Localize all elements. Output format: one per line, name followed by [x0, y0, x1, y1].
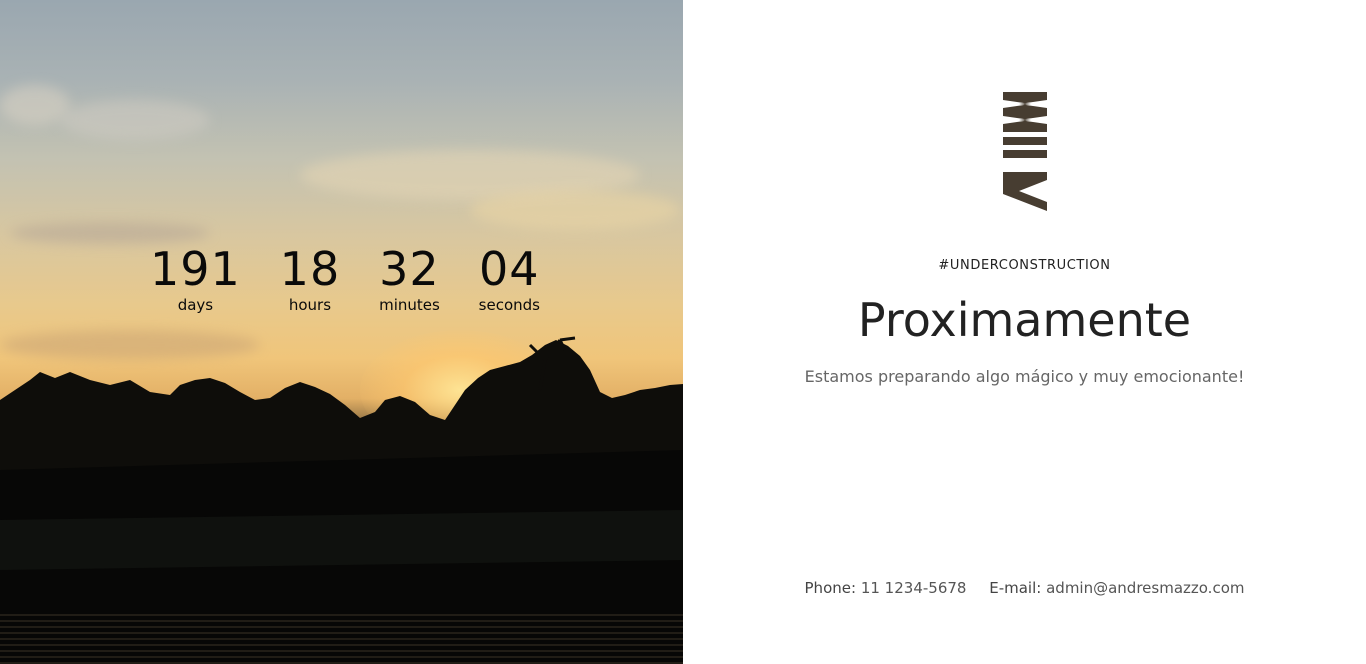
- mv-monogram-icon: [1003, 92, 1047, 211]
- countdown-hours: 18 hours: [280, 243, 341, 323]
- countdown-value: 32: [379, 242, 440, 296]
- countdown-value: 191: [150, 242, 241, 296]
- tree-silhouette: [0, 336, 683, 664]
- content-panel: #UNDERCONSTRUCTION Proximamente Estamos …: [683, 0, 1366, 664]
- email-value[interactable]: admin@andresmazzo.com: [1046, 579, 1244, 597]
- countdown-label: hours: [288, 296, 332, 314]
- countdown-label: minutes: [379, 296, 440, 314]
- countdown-days: 191 days: [150, 243, 241, 323]
- phone-label: Phone:: [804, 579, 857, 597]
- countdown-value: 04: [479, 242, 540, 296]
- sunset-photo: 191 days 18 hours 32 minutes 04 seconds: [0, 0, 683, 664]
- water-reflection: [0, 614, 683, 664]
- countdown-seconds: 04 seconds: [479, 243, 540, 323]
- countdown-label: days: [177, 296, 214, 314]
- page-title: Proximamente: [857, 293, 1192, 347]
- contact-info: Phone: 11 1234-5678 E-mail: admin@andres…: [683, 578, 1366, 598]
- countdown-value: 18: [279, 242, 341, 296]
- countdown-minutes: 32 minutes: [379, 243, 440, 323]
- email-label: E-mail:: [989, 579, 1042, 597]
- page-subtitle: Estamos preparando algo mágico y muy emo…: [804, 367, 1245, 386]
- contact-email: E-mail: admin@andresmazzo.com: [989, 578, 1244, 598]
- countdown-timer: 191 days 18 hours 32 minutes 04 seconds: [150, 243, 540, 323]
- countdown-label: seconds: [478, 296, 540, 314]
- under-construction-tag: #UNDERCONSTRUCTION: [938, 258, 1111, 273]
- contact-phone: Phone: 11 1234-5678: [805, 578, 967, 598]
- phone-value[interactable]: 11 1234-5678: [861, 579, 967, 597]
